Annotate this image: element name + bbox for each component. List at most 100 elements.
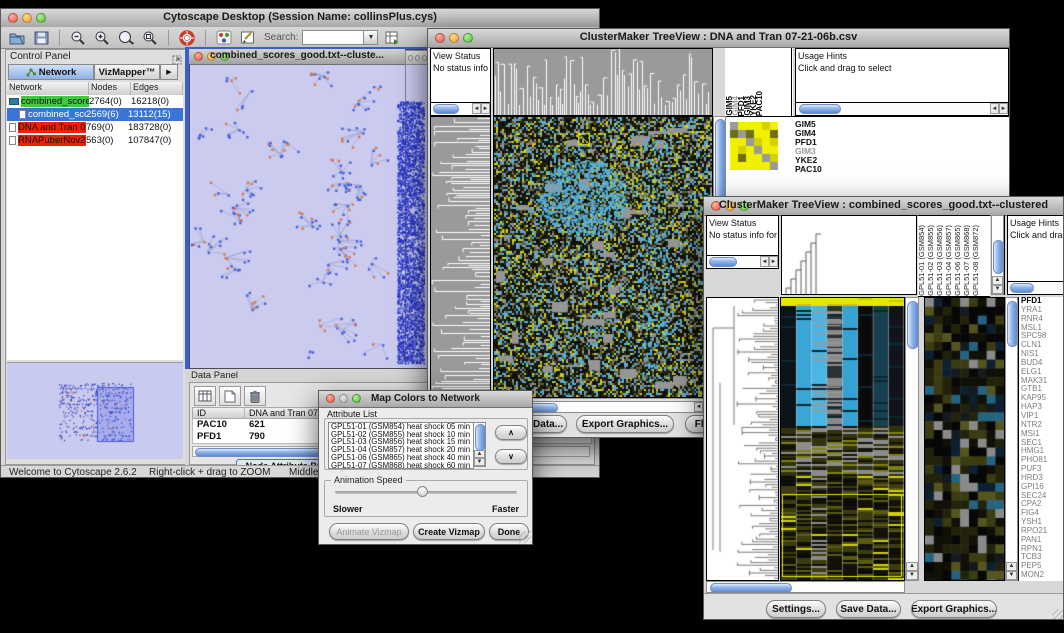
resize-grip[interactable] <box>1052 609 1064 620</box>
network-overview-canvas[interactable] <box>7 362 183 459</box>
scrollbar-thumb[interactable] <box>709 257 737 267</box>
annotation-button[interactable] <box>238 29 258 47</box>
usage-hints-hscrollbar[interactable] <box>1008 281 1064 294</box>
help-button[interactable] <box>177 29 197 47</box>
resize-grip[interactable] <box>519 531 531 543</box>
network-canvas[interactable] <box>191 65 425 365</box>
inactive-minimize-icon <box>415 55 420 61</box>
scroll-down-arrow[interactable]: ▼ <box>1006 571 1017 580</box>
delete-attribute-button[interactable] <box>244 386 266 406</box>
scroll-up-arrow[interactable]: ▲ <box>474 450 485 458</box>
gene-label[interactable]: MON2 <box>1019 571 1064 580</box>
scroll-up-arrow[interactable]: ▲ <box>1006 562 1017 571</box>
treeview2-titlebar[interactable]: ClusterMaker TreeView : combined_scores_… <box>704 197 1063 216</box>
tv2-genelist-vscrollbar[interactable]: ▲ ▼ <box>1005 297 1018 581</box>
tv2-vscrollbar[interactable]: ▲ ▼ <box>905 297 919 581</box>
vizmapper-button[interactable] <box>214 29 234 47</box>
usage-hints-hscrollbar[interactable]: ◄ ► <box>796 102 1008 115</box>
view-status-hscrollbar[interactable]: ◄ ► <box>707 255 778 268</box>
tv1-row-dendrogram-canvas[interactable] <box>430 116 491 398</box>
zoom-in-icon <box>94 30 110 45</box>
zoom-selected-icon <box>118 30 135 45</box>
network-list-row[interactable]: combined_scores_good 2569(6) 13112(15) <box>7 108 183 121</box>
search-dropdown-arrow-icon[interactable]: ▼ <box>364 30 378 45</box>
import-table-button[interactable] <box>382 29 402 47</box>
scrollbar-thumb[interactable] <box>710 583 792 593</box>
network-list-empty-area <box>7 147 183 360</box>
tv1-col-dendrogram-canvas[interactable] <box>493 48 713 116</box>
scroll-left-arrow[interactable]: ◄ <box>990 103 999 114</box>
scroll-right-arrow[interactable]: ► <box>769 256 778 267</box>
tab-overflow-button[interactable]: ▶ <box>160 64 178 80</box>
export-graphics-button[interactable]: Export Graphics... <box>911 600 997 618</box>
network-view-titlebar[interactable]: combined_scores_good.txt--cluste... <box>189 49 405 65</box>
tv2-hscrollbar[interactable] <box>706 581 905 593</box>
view-status-hscrollbar[interactable]: ◄ ► <box>431 102 490 115</box>
scroll-left-arrow[interactable]: ◄ <box>760 256 769 267</box>
network-list-row[interactable]: RNAPuberNov2+ 563(0) 107847(0) <box>7 134 183 147</box>
move-down-button[interactable]: ∨ <box>495 449 527 464</box>
tv2-subheatmap-canvas[interactable] <box>924 297 1005 581</box>
column-header-nodes[interactable]: Nodes <box>89 82 131 95</box>
scrollbar-thumb[interactable] <box>433 104 459 114</box>
attribute-list-group: GPL51-01 (GSM854) heat shock 05 minGPL51… <box>324 418 528 470</box>
gene-label[interactable]: PAC10 <box>795 165 822 174</box>
dialog-title: Map Colors to Network <box>319 393 532 404</box>
zoom-selected-button[interactable] <box>116 29 136 47</box>
scroll-down-arrow[interactable]: ▼ <box>992 285 1003 294</box>
tv1-heatmap-canvas[interactable] <box>493 116 713 398</box>
scroll-up-arrow[interactable]: ▲ <box>906 562 918 571</box>
lifebuoy-icon <box>179 30 195 46</box>
tab-vizmapper[interactable]: VizMapper™ <box>94 64 160 80</box>
scroll-down-arrow[interactable]: ▼ <box>474 458 485 466</box>
search-input[interactable] <box>302 30 364 45</box>
save-session-button[interactable] <box>31 29 51 47</box>
view-status-title: View Status <box>707 216 778 228</box>
zoom-out-button[interactable] <box>68 29 88 47</box>
scroll-right-arrow[interactable]: ► <box>481 103 490 114</box>
zoom-in-button[interactable] <box>92 29 112 47</box>
tv2-labels-vscrollbar[interactable]: ▲ ▼ <box>991 215 1004 295</box>
import-table-icon <box>384 30 400 45</box>
scroll-right-arrow[interactable]: ► <box>999 103 1008 114</box>
scroll-left-arrow[interactable]: ◄ <box>472 103 481 114</box>
attribute-list-item[interactable]: GPL51-07 (GSM868) heat shock 60 min <box>329 462 473 469</box>
create-vizmap-button[interactable]: Create Vizmap <box>413 523 485 540</box>
tv2-col-dendrogram-canvas[interactable] <box>781 215 917 295</box>
treeview1-titlebar[interactable]: ClusterMaker TreeView : DNA and Tran 07-… <box>428 29 1009 48</box>
dialog-titlebar[interactable]: Map Colors to Network <box>319 391 532 408</box>
scroll-up-arrow[interactable]: ▲ <box>992 276 1003 285</box>
column-header-network[interactable]: Network <box>7 82 89 95</box>
zoom-fit-button[interactable] <box>140 29 160 47</box>
scrollbar-thumb[interactable] <box>907 301 919 349</box>
column-header-id[interactable]: ID <box>193 408 245 418</box>
scrollbar-thumb[interactable] <box>1007 301 1018 347</box>
panel-divider <box>1004 215 1005 295</box>
network-list-row[interactable]: DNA and Tran 07-21-06b 769(0) 183728(0) <box>7 121 183 134</box>
scroll-down-arrow[interactable]: ▼ <box>906 571 918 580</box>
move-up-button[interactable]: ∧ <box>495 425 527 440</box>
tv2-row-dendrogram-canvas[interactable] <box>706 297 779 581</box>
tv2-heatmap-canvas[interactable] <box>780 297 905 581</box>
column-header-edges[interactable]: Edges <box>131 82 183 95</box>
attribute-list-vscrollbar[interactable]: ▲ ▼ <box>473 422 486 467</box>
new-attribute-button[interactable] <box>219 386 241 406</box>
scrollbar-thumb[interactable] <box>799 104 841 114</box>
scrollbar-thumb[interactable] <box>475 424 486 451</box>
network-list-row[interactable]: combined_scores 2764(0) 16218(0) <box>7 95 183 108</box>
scroll-left-arrow[interactable]: ◄ <box>694 402 703 412</box>
scrollbar-thumb[interactable] <box>1010 283 1034 293</box>
settings-button[interactable]: Settings... <box>766 600 826 618</box>
save-data-button[interactable]: Save Data... <box>836 600 901 618</box>
tv1-matrix-canvas[interactable] <box>729 122 779 170</box>
open-session-button[interactable] <box>7 29 27 47</box>
tab-network[interactable]: Network <box>8 64 94 80</box>
scrollbar-thumb[interactable] <box>993 240 1004 274</box>
select-attributes-button[interactable] <box>194 386 216 406</box>
view-status-text: No status info for this view <box>431 61 490 73</box>
speed-slider-thumb[interactable] <box>417 486 428 497</box>
main-titlebar[interactable]: Cytoscape Desktop (Session Name: collins… <box>1 9 599 28</box>
inactive-window-titlebar[interactable] <box>405 50 428 65</box>
animate-vizmap-button[interactable]: Animate Vizmap <box>329 523 409 540</box>
export-graphics-button[interactable]: Export Graphics... <box>576 415 674 433</box>
